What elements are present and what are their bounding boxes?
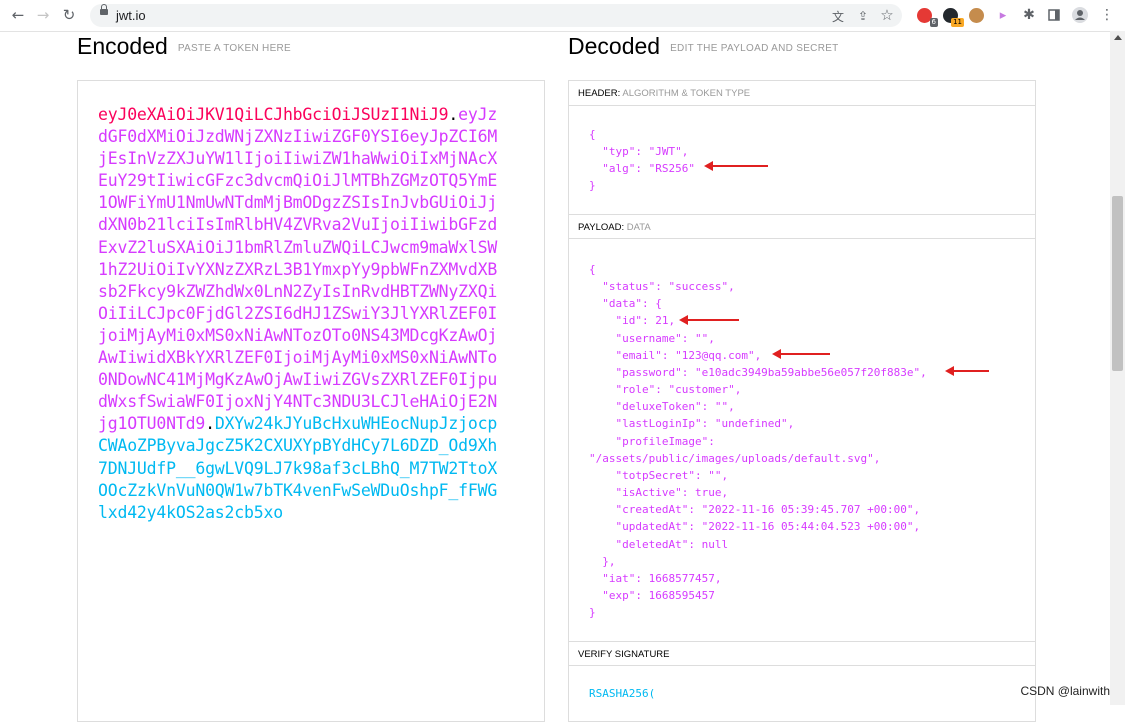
back-icon[interactable]: ← xyxy=(7,4,29,26)
scroll-up-icon[interactable] xyxy=(1114,35,1122,40)
forward-icon[interactable]: → xyxy=(32,4,54,26)
payload-label: PAYLOAD: xyxy=(578,222,625,233)
encoded-token-editor[interactable]: eyJ0eXAiOiJKV1QiLCJhbGciOiJSUzI1NiJ9.eyJ… xyxy=(77,80,545,722)
token-separator: . xyxy=(205,414,215,434)
url-text[interactable]: jwt.io xyxy=(116,8,146,23)
token-payload[interactable]: eyJzdGF0dXMiOiJzdWNjZXNzIiwiZGF0YSI6eyJp… xyxy=(98,105,497,433)
sidebar-icon[interactable] xyxy=(1044,5,1064,25)
payload-sublabel: DATA xyxy=(626,222,651,233)
menu-kebab-icon[interactable]: ⋮ xyxy=(1097,5,1117,25)
payload-pane-title: PAYLOAD: DATA xyxy=(569,214,1035,239)
encoded-subtitle: PASTE A TOKEN HERE xyxy=(177,43,292,54)
decoded-heading: Decoded EDIT THE PAYLOAD AND SECRET xyxy=(568,33,839,60)
reload-icon[interactable]: ↻ xyxy=(58,4,80,26)
scroll-thumb[interactable] xyxy=(1112,196,1123,371)
payload-json-editor[interactable]: { "status": "success", "data": { "id": 2… xyxy=(589,261,927,621)
abp-icon[interactable]: 6 xyxy=(917,8,938,27)
github-icon[interactable]: 11 xyxy=(943,8,964,27)
browser-toolbar: ← → ↻ jwt.io 文 ⇪ ☆ 6 11 ▸ ✱ ⋮ xyxy=(0,0,1125,32)
encoded-heading: Encoded PASTE A TOKEN HERE xyxy=(77,33,291,60)
page-scrollbar[interactable] xyxy=(1110,31,1125,705)
encoded-title: Encoded xyxy=(77,33,168,59)
annotation-arrow xyxy=(945,366,989,376)
address-bar[interactable]: jwt.io 文 ⇪ ☆ xyxy=(90,4,902,27)
owl-icon[interactable] xyxy=(969,8,984,23)
decoded-title: Decoded xyxy=(568,33,661,59)
puzzle-icon[interactable]: ✱ xyxy=(1019,5,1039,25)
decoded-subtitle: EDIT THE PAYLOAD AND SECRET xyxy=(670,43,839,54)
decoded-panel: HEADER: ALGORITHM & TOKEN TYPE { "typ": … xyxy=(568,80,1036,722)
token-header[interactable]: eyJ0eXAiOiJKV1QiLCJhbGciOiJSUzI1NiJ9 xyxy=(98,105,449,124)
header-pane-title: HEADER: ALGORITHM & TOKEN TYPE xyxy=(569,81,1035,106)
verify-pane-title: VERIFY SIGNATURE xyxy=(569,641,1035,666)
profile-avatar-icon[interactable] xyxy=(1070,5,1090,25)
annotation-arrow xyxy=(772,349,830,359)
watermark-text: CSDN @lainwith xyxy=(1020,684,1110,698)
lock-icon[interactable] xyxy=(100,4,108,15)
token-separator: . xyxy=(448,105,459,124)
abp-badge: 6 xyxy=(929,18,938,27)
annotation-arrow xyxy=(704,161,768,171)
verify-label: VERIFY SIGNATURE xyxy=(578,649,670,660)
translate-icon[interactable]: 文 xyxy=(828,6,848,26)
share-icon[interactable]: ⇪ xyxy=(853,6,873,26)
header-label: HEADER: xyxy=(578,88,621,99)
pointer-icon[interactable]: ▸ xyxy=(993,5,1013,25)
header-sublabel: ALGORITHM & TOKEN TYPE xyxy=(622,88,751,99)
token-text[interactable]: eyJ0eXAiOiJKV1QiLCJhbGciOiJSUzI1NiJ9.eyJ… xyxy=(98,104,498,524)
verify-code[interactable]: RSASHA256( xyxy=(589,685,655,702)
github-badge: 11 xyxy=(951,18,964,27)
bookmark-star-icon[interactable]: ☆ xyxy=(877,5,897,25)
header-json-editor[interactable]: { "typ": "JWT", "alg": "RS256" } xyxy=(589,126,695,195)
annotation-arrow xyxy=(679,315,739,325)
